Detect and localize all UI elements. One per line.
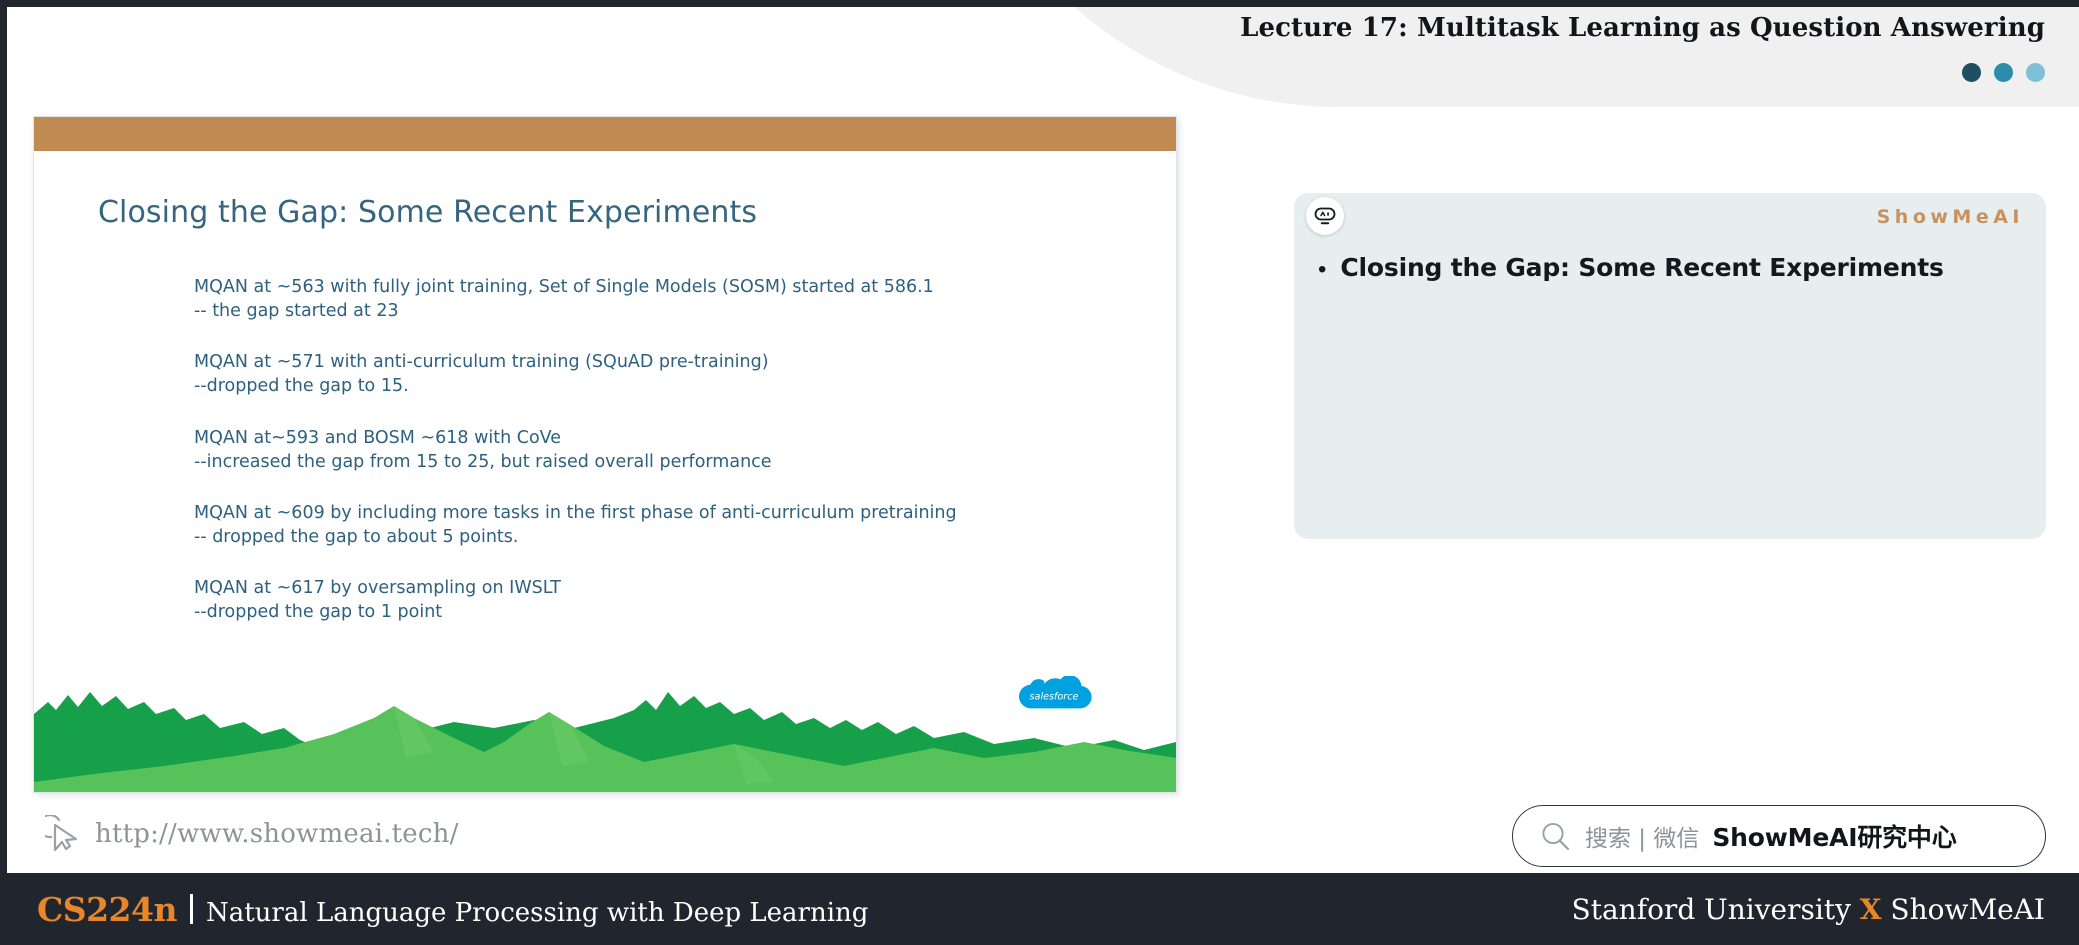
slide-body: MQAN at ~563 with fully joint training, …	[194, 275, 1136, 651]
footer-partner: ShowMeAI	[1881, 892, 2045, 926]
note-panel[interactable]: ShowMeAI • Closing the Gap: Some Recent …	[1294, 193, 2046, 539]
site-url-text[interactable]: http://www.showmeai.tech/	[95, 819, 459, 849]
paragraph-line: MQAN at ~609 by including more tasks in …	[194, 502, 957, 523]
lecture-title: Lecture 17: Multitask Learning as Questi…	[1240, 13, 2045, 43]
paragraph-line: --dropped the gap to 15.	[194, 376, 409, 397]
slide-paragraph: MQAN at ~571 with anti-curriculum traini…	[194, 350, 1136, 398]
search-placeholder-text: 搜索 | 微信	[1585, 826, 1700, 852]
cursor-arrow-icon	[37, 813, 81, 853]
slide-heading: Closing the Gap: Some Recent Experiments	[98, 195, 758, 230]
note-list-item: • Closing the Gap: Some Recent Experimen…	[1318, 253, 2026, 282]
footer-x-separator: X	[1859, 892, 1882, 926]
paragraph-line: -- the gap started at 23	[194, 301, 399, 322]
course-code: CS224n	[37, 889, 177, 929]
progress-dot-3	[2026, 63, 2045, 82]
footer-university: Stanford University	[1571, 892, 1860, 926]
progress-dot-1	[1962, 63, 1981, 82]
slide-paragraph: MQAN at ~617 by oversampling on IWSLT --…	[194, 576, 1136, 624]
page-root: Lecture 17: Multitask Learning as Questi…	[0, 0, 2079, 945]
footer-bar: CS224n Natural Language Processing with …	[7, 873, 2079, 945]
paragraph-line: --increased the gap from 15 to 25, but r…	[194, 451, 772, 472]
footer-course-info: CS224n Natural Language Processing with …	[37, 890, 868, 929]
paragraph-line: MQAN at ~617 by oversampling on IWSLT	[194, 578, 561, 599]
slide-canvas[interactable]: Closing the Gap: Some Recent Experiments…	[34, 117, 1176, 792]
paragraph-line: -- dropped the gap to about 5 points.	[194, 526, 519, 547]
wechat-search-bar[interactable]: 搜索 | 微信 ShowMeAI研究中心	[1512, 805, 2046, 867]
bullet-marker: •	[1318, 256, 1327, 283]
progress-dots	[1962, 63, 2045, 82]
progress-dot-2	[1994, 63, 2013, 82]
slide-accent-bar	[34, 117, 1176, 151]
paragraph-line: MQAN at ~571 with anti-curriculum traini…	[194, 352, 769, 373]
footer-attribution: Stanford University X ShowMeAI	[1572, 893, 2045, 926]
robot-face-icon	[1306, 197, 1344, 235]
paragraph-line: --dropped the gap to 1 point	[194, 602, 443, 623]
slide-paragraph: MQAN at ~609 by including more tasks in …	[194, 501, 1136, 549]
note-item-text: Closing the Gap: Some Recent Experiments	[1340, 253, 1944, 282]
course-name: Natural Language Processing with Deep Le…	[205, 897, 869, 928]
footer-divider	[189, 893, 193, 924]
search-icon	[1539, 820, 1572, 853]
paragraph-line: MQAN at ~563 with fully joint training, …	[194, 277, 934, 297]
paragraph-line: MQAN at~593 and BOSM ~618 with CoVe	[194, 427, 562, 448]
showmeai-brand: ShowMeAI	[1876, 206, 2024, 228]
site-url-row[interactable]: http://www.showmeai.tech/	[37, 813, 459, 853]
search-brand-text: ShowMeAI研究中心	[1712, 823, 1957, 852]
slide-paragraph: MQAN at ~563 with fully joint training, …	[194, 275, 1136, 323]
slide-paragraph: MQAN at~593 and BOSM ~618 with CoVe --in…	[194, 426, 1136, 474]
mountain-illustration	[34, 662, 1176, 792]
